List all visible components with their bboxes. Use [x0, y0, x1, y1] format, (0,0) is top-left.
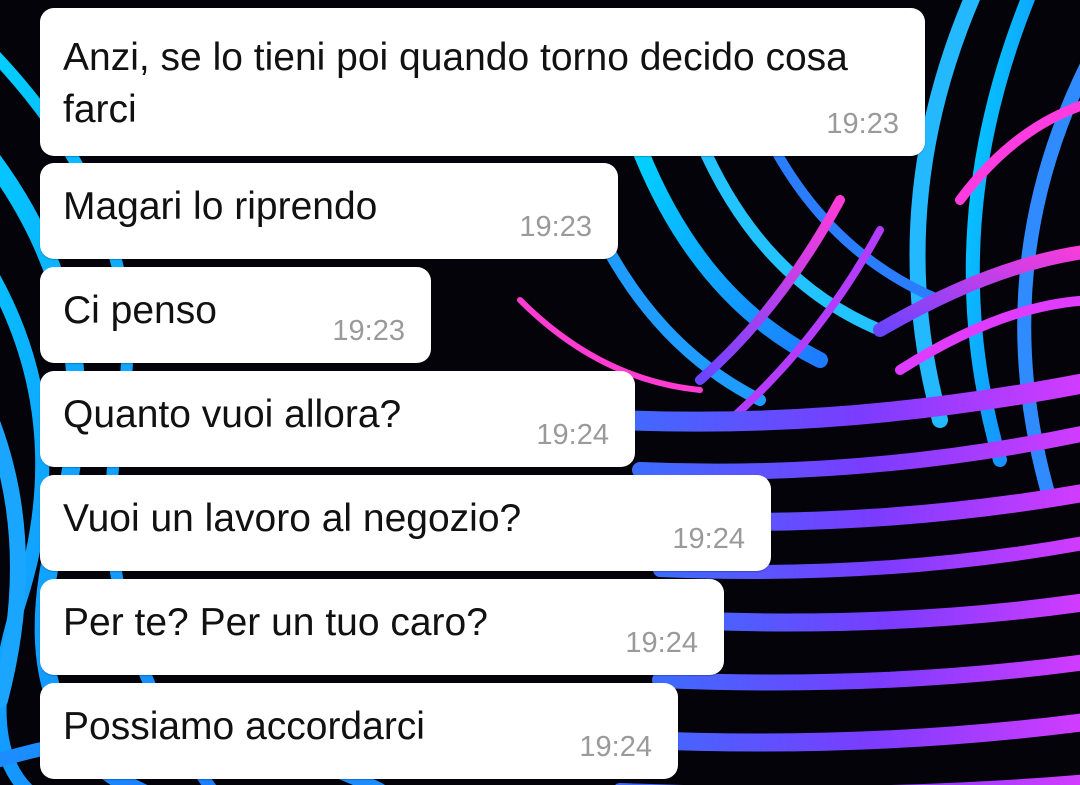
message-timestamp: 19:23	[519, 211, 592, 243]
message-text: Per te? Per un tuo caro?	[63, 601, 488, 644]
message-bubble[interactable]: Per te? Per un tuo caro? 19:24	[40, 579, 724, 675]
message-timestamp: 19:23	[826, 108, 899, 140]
message-bubble[interactable]: Possiamo accordarci 19:24	[40, 683, 678, 779]
message-bubble[interactable]: Anzi, se lo tieni poi quando torno decid…	[40, 8, 925, 156]
message-list[interactable]: Anzi, se lo tieni poi quando torno decid…	[0, 0, 1080, 785]
message-timestamp: 19:24	[579, 731, 652, 763]
message-timestamp: 19:24	[536, 419, 609, 451]
message-timestamp: 19:23	[332, 315, 405, 347]
message-timestamp: 19:24	[672, 523, 745, 555]
message-text: Anzi, se lo tieni poi quando torno decid…	[63, 36, 848, 131]
message-text: Vuoi un lavoro al negozio?	[63, 497, 522, 540]
message-bubble[interactable]: Magari lo riprendo 19:23	[40, 163, 618, 259]
message-timestamp: 19:24	[625, 627, 698, 659]
message-bubble[interactable]: Ci penso 19:23	[40, 267, 431, 363]
message-text: Magari lo riprendo	[63, 185, 378, 228]
message-text: Quanto vuoi allora?	[63, 393, 402, 436]
message-bubble[interactable]: Quanto vuoi allora? 19:24	[40, 371, 635, 467]
message-bubble[interactable]: Vuoi un lavoro al negozio? 19:24	[40, 475, 771, 571]
message-text: Possiamo accordarci	[63, 705, 425, 748]
